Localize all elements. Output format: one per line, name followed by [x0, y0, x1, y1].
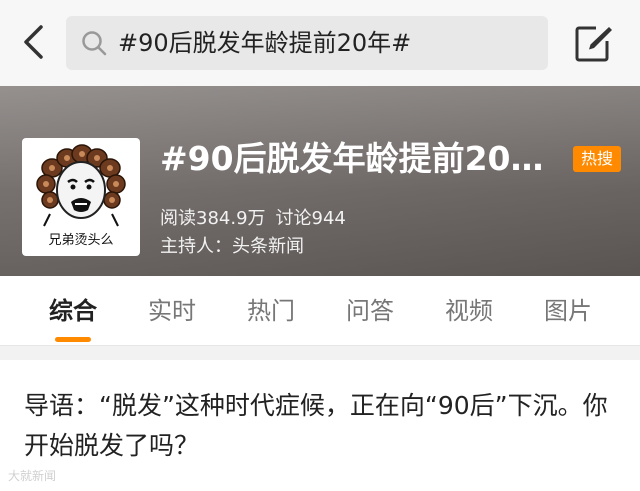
topic-title: #90后脱发年龄提前20… — [160, 139, 544, 178]
cover-caption: 兄弟烫头么 — [48, 233, 114, 248]
hot-search-badge: 热搜 — [573, 146, 621, 172]
page: #90后脱发年龄提前20年# 兄弟烫头么 #90后脱发年龄提前20… 热搜 阅读… — [0, 0, 640, 491]
tab-images[interactable]: 图片 — [518, 276, 618, 346]
tab-hot[interactable]: 热门 — [221, 276, 321, 346]
chevron-left-icon — [24, 25, 43, 59]
topic-header: 兄弟烫头么 #90后脱发年龄提前20… 热搜 阅读384.9万 讨论944 主持人… — [0, 86, 640, 276]
tab-qa[interactable]: 问答 — [320, 276, 420, 346]
read-count: 阅读384.9万 — [160, 208, 266, 229]
tab-comprehensive[interactable]: 综合 — [23, 276, 123, 346]
search-query: #90后脱发年龄提前20年# — [118, 29, 412, 57]
tab-bar: 综合 实时 热门 问答 视频 图片 — [0, 276, 640, 346]
tab-video[interactable]: 视频 — [419, 276, 519, 346]
top-bar: #90后脱发年龄提前20年# — [0, 0, 640, 86]
tab-realtime[interactable]: 实时 — [122, 276, 222, 346]
active-tab-indicator — [55, 337, 91, 342]
edit-icon — [575, 26, 612, 62]
topic-intro: 导语：“脱发”这种时代症候，正在向“90后”下沉。你开始脱发了吗？ — [0, 360, 640, 491]
topic-cover-image: 兄弟烫头么 — [22, 138, 140, 256]
compose-button[interactable] — [572, 22, 616, 64]
cover-illustration — [36, 144, 126, 227]
watermark: 大就新闻 — [8, 469, 57, 483]
back-button[interactable] — [14, 22, 52, 62]
topic-host[interactable]: 主持人：头条新闻 — [160, 232, 304, 258]
topic-stats: 阅读384.9万 讨论944 — [160, 204, 346, 230]
search-input[interactable]: #90后脱发年龄提前20年# — [66, 16, 548, 70]
search-icon — [82, 31, 107, 56]
discussion-count: 讨论944 — [275, 208, 346, 229]
intro-text: 导语：“脱发”这种时代症候，正在向“90后”下沉。你开始脱发了吗？ — [24, 391, 608, 460]
